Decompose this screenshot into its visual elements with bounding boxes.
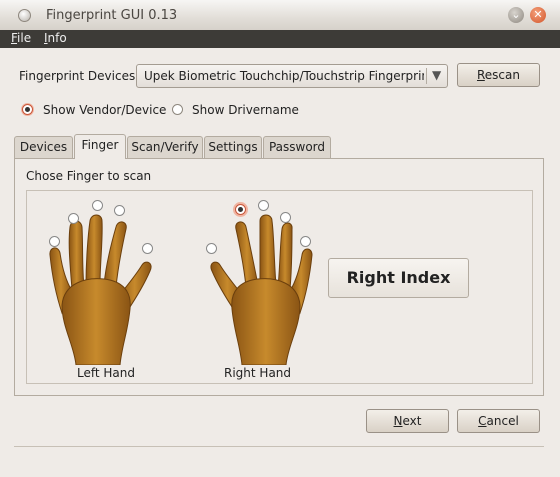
- show-vendor-label: Show Vendor/Device: [43, 103, 167, 117]
- show-drivername-label: Show Drivername: [192, 103, 299, 117]
- rescan-button[interactable]: Rescan: [457, 63, 540, 87]
- next-button[interactable]: Next: [366, 409, 449, 433]
- finger-heading: Chose Finger to scan: [26, 169, 152, 183]
- right-hand-label: Right Hand: [224, 366, 292, 380]
- menu-bar: File Info: [0, 30, 560, 48]
- right-little-finger-radio[interactable]: [300, 236, 311, 247]
- tab-finger[interactable]: Finger: [74, 134, 126, 159]
- tab-scan-verify[interactable]: Scan/Verify: [127, 136, 203, 158]
- cancel-button[interactable]: Cancel: [457, 409, 540, 433]
- right-index-finger-radio[interactable]: [235, 204, 246, 215]
- right-ring-finger-radio[interactable]: [280, 212, 291, 223]
- right-middle-finger-radio[interactable]: [258, 200, 269, 211]
- menu-info[interactable]: Info: [44, 31, 67, 45]
- left-index-finger-radio[interactable]: [114, 205, 125, 216]
- close-icon[interactable]: ✕: [530, 7, 546, 23]
- tab-password[interactable]: Password: [263, 136, 331, 158]
- left-little-finger-radio[interactable]: [49, 236, 60, 247]
- combo-divider: [426, 68, 427, 84]
- left-thumb-radio[interactable]: [142, 243, 153, 254]
- device-select-value: Upek Biometric Touchchip/Touchstrip Fing…: [144, 69, 424, 83]
- window-menu-icon[interactable]: [18, 9, 31, 22]
- title-bar: Fingerprint GUI 0.13 ⌄ ✕: [0, 0, 560, 31]
- left-ring-finger-radio[interactable]: [68, 213, 79, 224]
- left-hand-label: Left Hand: [77, 366, 135, 380]
- menu-file[interactable]: File: [11, 31, 31, 45]
- show-drivername-radio[interactable]: [172, 104, 183, 115]
- left-middle-finger-radio[interactable]: [92, 200, 103, 211]
- left-hand-image: [49, 214, 152, 365]
- window-title: Fingerprint GUI 0.13: [46, 8, 178, 23]
- dropdown-arrow-icon[interactable]: ▼: [432, 68, 441, 82]
- right-thumb-radio[interactable]: [206, 243, 217, 254]
- show-vendor-radio[interactable]: [22, 104, 33, 115]
- minimize-icon[interactable]: ⌄: [508, 7, 524, 23]
- selected-finger-button[interactable]: Right Index: [328, 258, 469, 298]
- tab-devices[interactable]: Devices: [14, 136, 73, 158]
- bottom-separator: [14, 446, 544, 447]
- devices-label: Fingerprint Devices:: [19, 69, 140, 83]
- right-hand-image: [210, 214, 313, 365]
- tab-settings[interactable]: Settings: [204, 136, 262, 158]
- device-select[interactable]: Upek Biometric Touchchip/Touchstrip Fing…: [136, 64, 448, 88]
